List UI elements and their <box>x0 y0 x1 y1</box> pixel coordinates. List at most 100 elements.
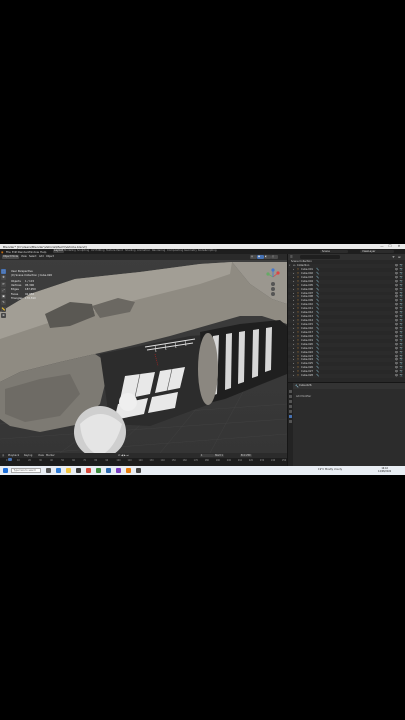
annotate-tool-icon[interactable]: ✎ <box>1 300 6 306</box>
output-tab-icon[interactable] <box>289 400 292 403</box>
marker-menu[interactable]: Marker <box>46 454 55 457</box>
rendered-shading-icon[interactable]: ○ <box>271 255 278 259</box>
y-axis-icon[interactable] <box>266 272 270 276</box>
frame-number-label: 30 <box>39 458 42 462</box>
blender-logo-icon[interactable]: ◉ <box>1 250 3 254</box>
visibility-eye-icon[interactable]: 👁 <box>395 374 398 378</box>
app-icon[interactable] <box>96 468 101 473</box>
workspace-tab-compositing[interactable]: Compositing <box>166 249 184 253</box>
move-tool-icon[interactable]: ✥ <box>1 275 6 281</box>
app-icon[interactable] <box>116 468 121 473</box>
play-controls-icon[interactable]: ⏮ ◀ ▶ ⏭ <box>118 454 129 457</box>
menu-help[interactable]: Help <box>40 250 46 254</box>
rotate-tool-icon[interactable]: ⟳ <box>1 281 6 287</box>
3d-viewport[interactable]: Object Mode View Select Add Object ◎ ● ◐… <box>0 254 287 453</box>
outliner-object-row[interactable]: ▸ ▽ Cube.028 🔧 👁 📷 <box>288 374 405 379</box>
outliner-row-label: Cube.028 <box>301 374 314 378</box>
frame-number-label: 90 <box>105 458 109 462</box>
frame-number-label: 100 <box>116 458 121 462</box>
scale-tool-icon[interactable]: ⤢ <box>1 287 6 293</box>
measure-tool-icon[interactable]: 📏 <box>1 306 6 312</box>
workspace-tab-rendering[interactable]: Rendering <box>151 249 166 253</box>
playhead[interactable] <box>8 457 12 461</box>
frame-number-label: 70 <box>83 458 87 462</box>
app-icon[interactable] <box>106 468 111 473</box>
view-menu[interactable]: View <box>38 454 44 457</box>
frame-number-label: 180 <box>204 458 209 462</box>
view-layer-selector[interactable]: ViewLayer <box>360 249 394 254</box>
timeline-ruler[interactable]: 0 10 20 30 40 50 60 70 80 90 100 110 120 130 140 150 160… <box>0 457 287 466</box>
blender-taskbar-icon[interactable] <box>126 468 131 473</box>
menu-edit[interactable]: Edit <box>12 250 17 254</box>
workspace-tab-animation[interactable]: Animation <box>136 249 151 253</box>
modifier-icon: 🔧 <box>316 374 320 378</box>
frame-number-label: 240 <box>270 458 276 462</box>
windows-start-icon[interactable] <box>3 468 8 473</box>
frame-number-label: 190 <box>215 458 220 462</box>
outliner-display-mode-icon[interactable]: ☰ <box>290 255 293 259</box>
taskbar-search-input[interactable]: Type here to search <box>11 468 41 473</box>
view-menu[interactable]: View <box>20 255 28 259</box>
weather-widget[interactable]: 19°C Mostly cloudy <box>318 468 342 471</box>
workspace-tab-modeling[interactable]: Modeling <box>63 249 77 253</box>
zoom-icon[interactable] <box>271 282 275 286</box>
tool-tab-icon[interactable] <box>289 390 292 393</box>
solid-shading-icon[interactable]: ● <box>257 255 264 259</box>
add-cube-tool-icon[interactable]: ⊕ <box>1 313 6 319</box>
workspace-tab-texture-paint[interactable]: Texture Paint <box>105 249 124 253</box>
expand-arrow-icon[interactable]: ▸ <box>293 374 294 378</box>
wireframe-shading-icon[interactable]: ◎ <box>250 255 257 259</box>
file-explorer-icon[interactable] <box>66 468 71 473</box>
filter-icon[interactable]: ⧩ <box>392 255 395 259</box>
store-icon[interactable] <box>76 468 81 473</box>
frame-number-label: 250 <box>282 458 287 462</box>
taskbar-clock[interactable]: 16:42 14/08/2022 <box>378 467 391 473</box>
x-axis-icon[interactable] <box>276 271 280 275</box>
scene-tab-icon[interactable] <box>289 405 292 408</box>
app-icon[interactable] <box>136 468 141 473</box>
pan-hand-icon[interactable] <box>271 287 275 291</box>
camera-view-icon[interactable] <box>271 292 275 296</box>
add-modifier-button[interactable]: Add Modifier <box>293 395 405 399</box>
workspace-tab-scripting[interactable]: Scripting <box>204 249 218 253</box>
select-box-tool-icon[interactable]: ⬚ <box>1 269 6 274</box>
outliner-search-input[interactable] <box>300 255 340 259</box>
object-tab-icon[interactable] <box>289 410 292 413</box>
modifier-tab-icon[interactable] <box>289 415 292 418</box>
material-tab-icon[interactable] <box>289 420 292 423</box>
properties-panel: 🔧 Cube.026 Add Modifier <box>287 382 405 467</box>
material-shading-icon[interactable]: ◐ <box>264 255 271 259</box>
menu-file[interactable]: File <box>6 250 11 254</box>
frame-number-label: 130 <box>149 458 154 462</box>
render-camera-icon[interactable]: 📷 <box>400 374 403 378</box>
viewport-stats: User Perspective (0) Scene Collection | … <box>11 270 52 301</box>
start-frame-field[interactable]: Start 1 <box>214 453 224 457</box>
render-tab-icon[interactable] <box>289 395 292 398</box>
menu-window[interactable]: Window <box>28 250 39 254</box>
navigation-gizmo[interactable] <box>262 268 284 298</box>
timeline-editor-type-icon[interactable]: ◷ <box>2 454 4 457</box>
workspace-tab-sculpting[interactable]: Sculpting <box>76 249 90 253</box>
mail-icon[interactable] <box>86 468 91 473</box>
menu-render[interactable]: Render <box>18 250 28 254</box>
workspace-tab-shading[interactable]: Shading <box>124 249 137 253</box>
viewport-header: Object Mode View Select Add Object ◎ ● ◐… <box>0 254 287 260</box>
frame-number-label: 20 <box>28 458 31 462</box>
scene-selector[interactable]: Scene <box>320 249 348 254</box>
frame-number-label: 120 <box>138 458 143 462</box>
task-view-icon[interactable] <box>46 468 51 473</box>
add-menu[interactable]: Add <box>38 255 45 259</box>
new-collection-icon[interactable]: ⊞ <box>398 255 401 259</box>
current-frame-field[interactable]: 1 <box>200 453 214 457</box>
transform-tool-icon[interactable]: ▣ <box>1 294 6 300</box>
stat-row: Triangles 178,590 <box>11 296 36 300</box>
edge-browser-icon[interactable] <box>56 468 61 473</box>
z-axis-icon[interactable] <box>271 268 275 272</box>
end-frame-field[interactable]: End 250 <box>240 453 252 457</box>
object-mode-dropdown[interactable]: Object Mode <box>2 255 20 259</box>
keying-menu[interactable]: Keying <box>24 454 32 457</box>
playback-menu[interactable]: Playback <box>8 454 19 457</box>
select-menu[interactable]: Select <box>28 255 37 259</box>
workspace-tab-uv-editing[interactable]: UV Editing <box>90 249 106 253</box>
object-menu[interactable]: Object <box>45 255 55 259</box>
